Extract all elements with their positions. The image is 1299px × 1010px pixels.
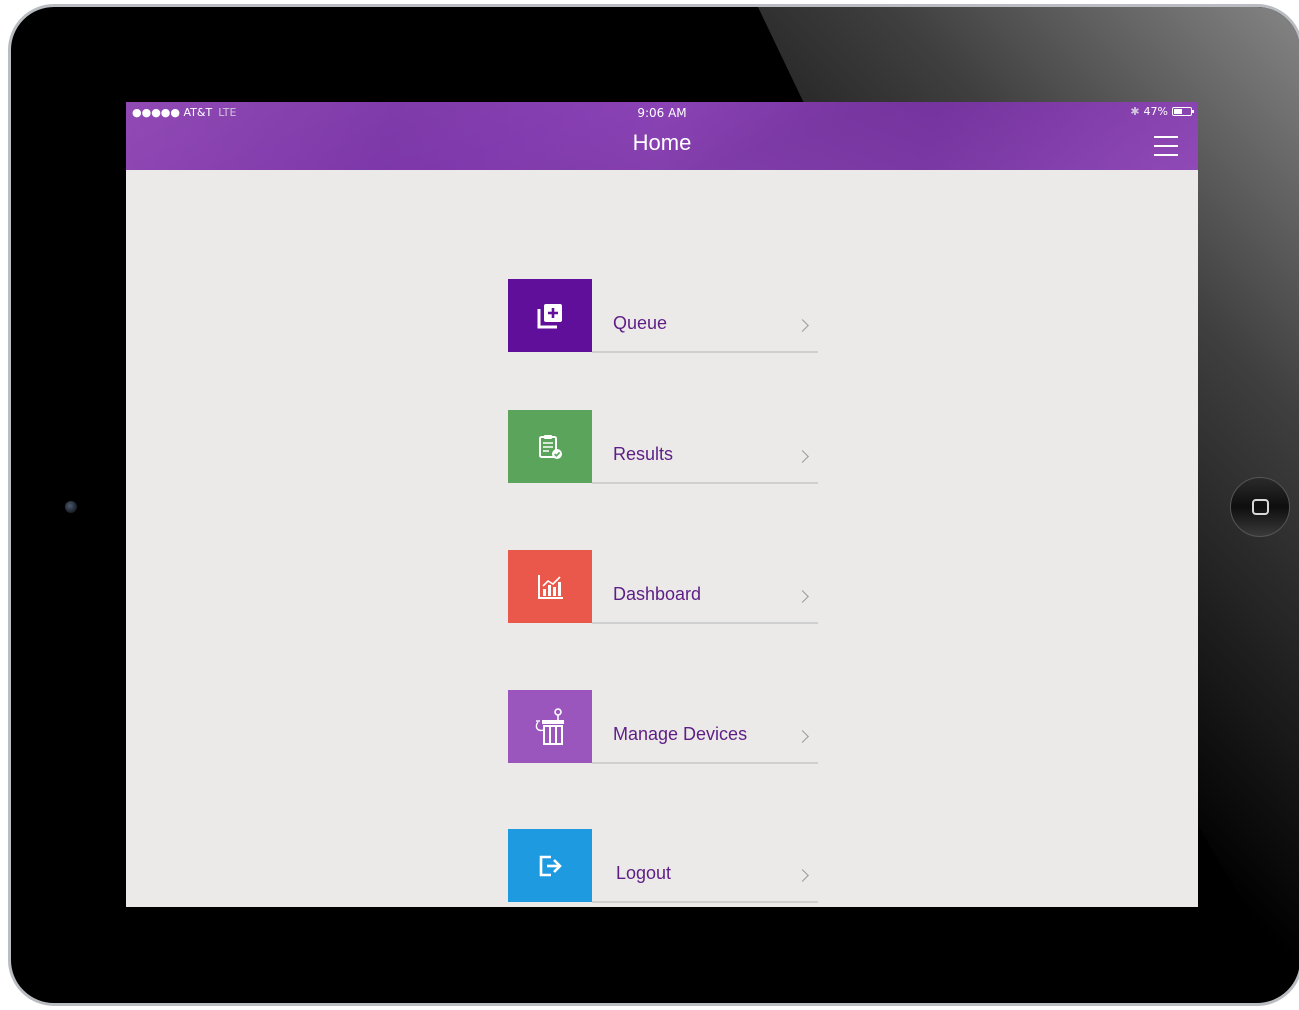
add-to-queue-icon xyxy=(537,303,562,328)
menu-item-label: Manage Devices xyxy=(613,724,748,744)
divider xyxy=(592,622,818,624)
app-screen: ●●●●● AT&TLTE 9:06 AM ✱ 47% Home Queue xyxy=(126,102,1198,907)
dashboard-tile xyxy=(508,550,592,623)
divider xyxy=(592,482,818,484)
battery-fill xyxy=(1174,109,1182,114)
menu-item-queue[interactable]: Queue xyxy=(508,279,818,354)
bar-chart-icon xyxy=(538,574,563,599)
menu-item-logout[interactable]: Logout xyxy=(508,829,818,904)
device-icon xyxy=(535,707,564,745)
clipboard-check-icon xyxy=(539,434,562,459)
top-bar: ●●●●● AT&T LTE 9:06 AM ✱ 47% Home xyxy=(126,102,1198,170)
chevron-right-icon xyxy=(796,590,809,603)
home-button-icon xyxy=(1252,499,1269,515)
menu-item-label: Queue xyxy=(613,313,668,333)
bluetooth-icon: ✱ xyxy=(1130,105,1140,118)
divider xyxy=(592,901,818,903)
front-camera xyxy=(65,501,77,513)
queue-tile xyxy=(508,279,592,352)
logout-icon xyxy=(539,855,562,876)
chevron-right-icon xyxy=(796,450,809,463)
battery-percent: 47% xyxy=(1143,105,1168,118)
hamburger-icon[interactable] xyxy=(1154,136,1178,156)
page-title: Home xyxy=(632,130,692,155)
battery-icon xyxy=(1172,107,1194,116)
menu-item-manage-devices[interactable]: Manage Devices xyxy=(508,690,818,765)
divider xyxy=(592,351,818,353)
manage-devices-tile xyxy=(508,690,592,763)
chevron-right-icon xyxy=(796,730,809,743)
logout-tile xyxy=(508,829,592,902)
chevron-right-icon xyxy=(796,869,809,882)
home-button[interactable] xyxy=(1230,477,1290,537)
menu-item-label: Logout xyxy=(616,863,672,883)
divider xyxy=(592,762,818,764)
menu-item-dashboard[interactable]: Dashboard xyxy=(508,550,818,625)
menu-item-results[interactable]: Results xyxy=(508,410,818,485)
menu-item-label: Results xyxy=(613,444,674,464)
status-time: 9:06 AM xyxy=(637,106,687,120)
status-battery: ✱ 47% xyxy=(1130,105,1194,118)
menu-item-label: Dashboard xyxy=(613,584,702,604)
results-tile xyxy=(508,410,592,483)
chevron-right-icon xyxy=(796,319,809,332)
